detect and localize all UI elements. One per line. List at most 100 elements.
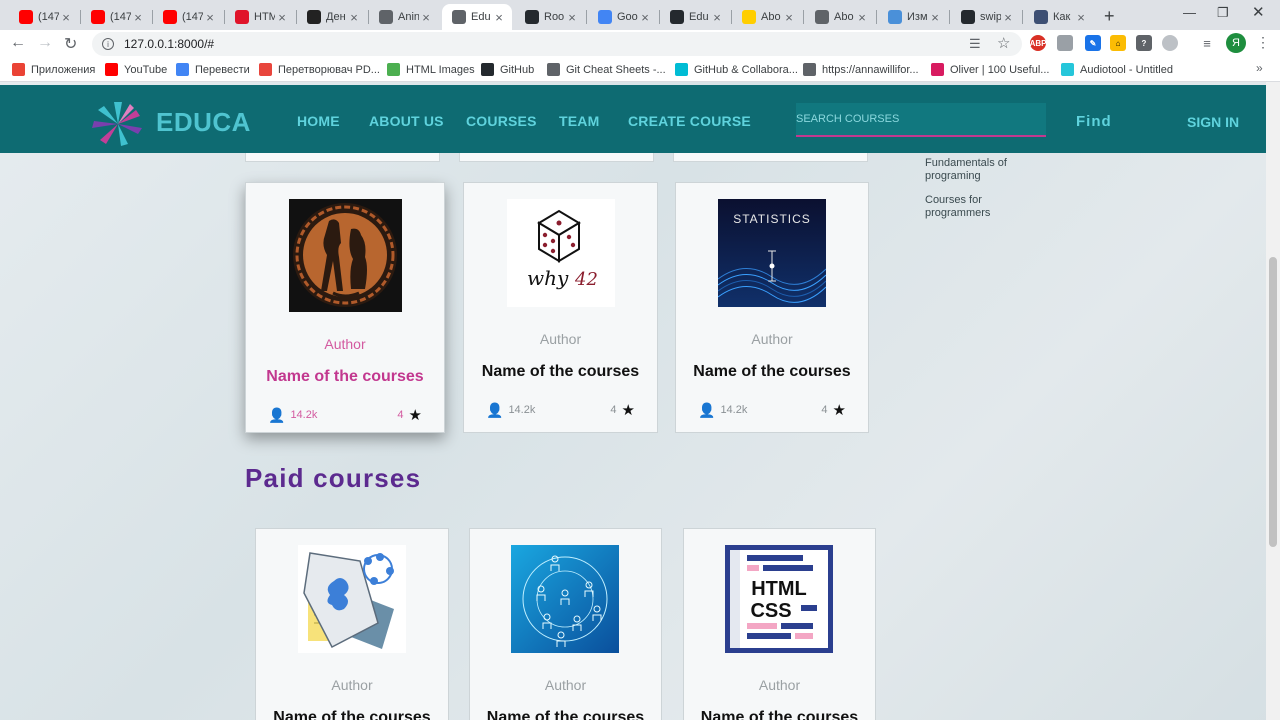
maximize-button[interactable]: ❐ xyxy=(1217,5,1229,21)
reload-icon[interactable]: ↻ xyxy=(64,34,77,54)
course-name[interactable]: Name of the courses xyxy=(256,709,448,720)
bookmark-favicon-icon xyxy=(481,63,494,76)
course-name[interactable]: Name of the courses xyxy=(246,368,444,386)
profile-avatar[interactable]: Я xyxy=(1226,33,1246,53)
help-extension-icon[interactable]: ? xyxy=(1136,35,1152,51)
tab-title: Abo xyxy=(761,11,781,23)
ghost-extension-icon[interactable] xyxy=(1162,35,1178,51)
extension-icon[interactable] xyxy=(1057,35,1073,51)
browser-tab[interactable]: Roo × xyxy=(515,4,585,30)
close-tab-icon[interactable]: × xyxy=(710,10,724,25)
close-tab-icon[interactable]: × xyxy=(855,10,869,25)
close-tab-icon[interactable]: × xyxy=(782,10,796,25)
bookmark-item[interactable]: HTML Images xyxy=(387,63,475,76)
course-name[interactable]: Name of the courses xyxy=(464,363,657,381)
course-name[interactable]: Name of the courses xyxy=(684,709,875,720)
students-count: 14.2k xyxy=(508,404,536,416)
close-tab-icon[interactable]: × xyxy=(1074,10,1088,25)
browser-tab[interactable]: Ден × xyxy=(297,4,367,30)
course-card[interactable]: STATISTICS Author Name of the courses 👤 1… xyxy=(675,182,869,433)
close-tab-icon[interactable]: × xyxy=(59,10,73,25)
bookmark-label: Перевести xyxy=(195,63,250,76)
course-card[interactable]: why 42 Author Name of the courses 👤 14.2k… xyxy=(463,182,658,433)
close-tab-icon[interactable]: × xyxy=(638,10,652,25)
browser-tab[interactable]: Edu × xyxy=(442,4,512,30)
browser-tab[interactable]: swip × xyxy=(951,4,1021,30)
close-tab-icon[interactable]: × xyxy=(565,10,579,25)
bookmark-item[interactable]: https://annawillifor... xyxy=(803,63,919,76)
course-name[interactable]: Name of the courses xyxy=(676,363,868,381)
forward-arrow-icon[interactable]: → xyxy=(37,34,53,52)
browser-menu-icon[interactable]: ⋮ xyxy=(1256,34,1270,51)
close-tab-icon[interactable]: × xyxy=(492,10,506,25)
address-bar[interactable]: i 127.0.0.1:8000/# xyxy=(92,32,1022,56)
minimize-button[interactable]: — xyxy=(1183,5,1196,20)
bookmark-item[interactable]: Перевести xyxy=(176,63,250,76)
browser-tab[interactable]: Goo × xyxy=(588,4,658,30)
browser-tab[interactable]: Изм × xyxy=(878,4,948,30)
browser-tab[interactable]: Edu × xyxy=(660,4,730,30)
course-card[interactable]: HTML CSS Author Name of the courses xyxy=(683,528,876,720)
tab-title: Anin xyxy=(398,11,419,23)
nav-about-us[interactable]: ABOUT US xyxy=(369,113,444,129)
educa-logo-icon[interactable] xyxy=(90,98,146,146)
browser-tab[interactable]: (147 × xyxy=(153,4,223,30)
close-tab-icon[interactable]: × xyxy=(203,10,217,25)
browser-tab[interactable]: (147 × xyxy=(81,4,151,30)
translate-icon[interactable]: ☰ xyxy=(969,36,981,52)
browser-tab[interactable]: (147 × xyxy=(9,4,79,30)
sign-in-link[interactable]: SIGN IN xyxy=(1187,114,1239,130)
nav-create-course[interactable]: CREATE COURSE xyxy=(628,113,751,129)
tab-title: Изм xyxy=(907,11,928,23)
course-name[interactable]: Name of the courses xyxy=(470,709,661,720)
browser-tab[interactable]: Как × xyxy=(1024,4,1094,30)
course-meta: 👤 14.2k 4 ★ xyxy=(268,406,422,425)
close-window-button[interactable]: ✕ xyxy=(1252,3,1265,21)
site-logo-text[interactable]: EDUCA xyxy=(156,107,251,138)
bookmark-favicon-icon xyxy=(176,63,189,76)
nav-team[interactable]: TEAM xyxy=(559,113,599,129)
bookmark-item[interactable]: Git Cheat Sheets -... xyxy=(547,63,666,76)
close-tab-icon[interactable]: × xyxy=(419,10,433,25)
browser-tab[interactable]: HTM × xyxy=(225,4,295,30)
bookmark-favicon-icon xyxy=(12,63,25,76)
pen-extension-icon[interactable]: ✎ xyxy=(1085,35,1101,51)
html-text: HTML xyxy=(751,578,807,600)
bookmark-item[interactable]: Audiotool - Untitled xyxy=(1061,63,1173,76)
close-tab-icon[interactable]: × xyxy=(347,10,361,25)
bookmark-item[interactable]: YouTube xyxy=(105,63,167,76)
bookmark-item[interactable]: Перетворювач PD... xyxy=(259,63,380,76)
adblock-icon[interactable]: ABP xyxy=(1030,35,1046,51)
reading-list-icon[interactable]: ≡ xyxy=(1199,35,1215,51)
search-box xyxy=(796,103,1046,137)
page-scrollbar[interactable] xyxy=(1266,82,1280,720)
search-input[interactable] xyxy=(796,103,1046,135)
bookmark-item[interactable]: GitHub & Collabora... xyxy=(675,63,798,76)
browser-tab[interactable]: Anin × xyxy=(369,4,439,30)
new-tab-button[interactable]: + xyxy=(1104,6,1115,27)
close-tab-icon[interactable]: × xyxy=(275,10,289,25)
close-tab-icon[interactable]: × xyxy=(131,10,145,25)
course-card[interactable]: Author Name of the courses xyxy=(469,528,662,720)
find-button[interactable]: Find xyxy=(1076,113,1112,130)
nav-courses[interactable]: COURSES xyxy=(466,113,537,129)
bookmark-item[interactable]: Приложения xyxy=(12,63,95,76)
bookmark-label: Audiotool - Untitled xyxy=(1080,63,1173,76)
browser-tab[interactable]: Abo × xyxy=(732,4,802,30)
scrollbar-thumb[interactable] xyxy=(1269,257,1277,547)
nav-home[interactable]: HOME xyxy=(297,113,340,129)
more-bookmarks-icon[interactable]: » xyxy=(1256,61,1263,75)
course-card[interactable]: Author Name of the courses 👤 14.2k 4 ★ xyxy=(245,182,445,433)
bookmark-item[interactable]: GitHub xyxy=(481,63,534,76)
course-card[interactable]: Author Name of the courses xyxy=(255,528,449,720)
category-link[interactable]: Fundamentals of programing xyxy=(925,157,1045,183)
site-info-icon[interactable]: i xyxy=(102,38,114,50)
close-tab-icon[interactable]: × xyxy=(928,10,942,25)
bookmark-star-icon[interactable]: ☆ xyxy=(997,34,1010,52)
browser-tab[interactable]: Abo × xyxy=(805,4,875,30)
close-tab-icon[interactable]: × xyxy=(1001,10,1015,25)
category-link[interactable]: Courses for programmers xyxy=(925,194,1045,220)
bookmark-item[interactable]: Oliver | 100 Useful... xyxy=(931,63,1049,76)
home-extension-icon[interactable]: ⌂ xyxy=(1110,35,1126,51)
back-arrow-icon[interactable]: ← xyxy=(10,34,26,52)
